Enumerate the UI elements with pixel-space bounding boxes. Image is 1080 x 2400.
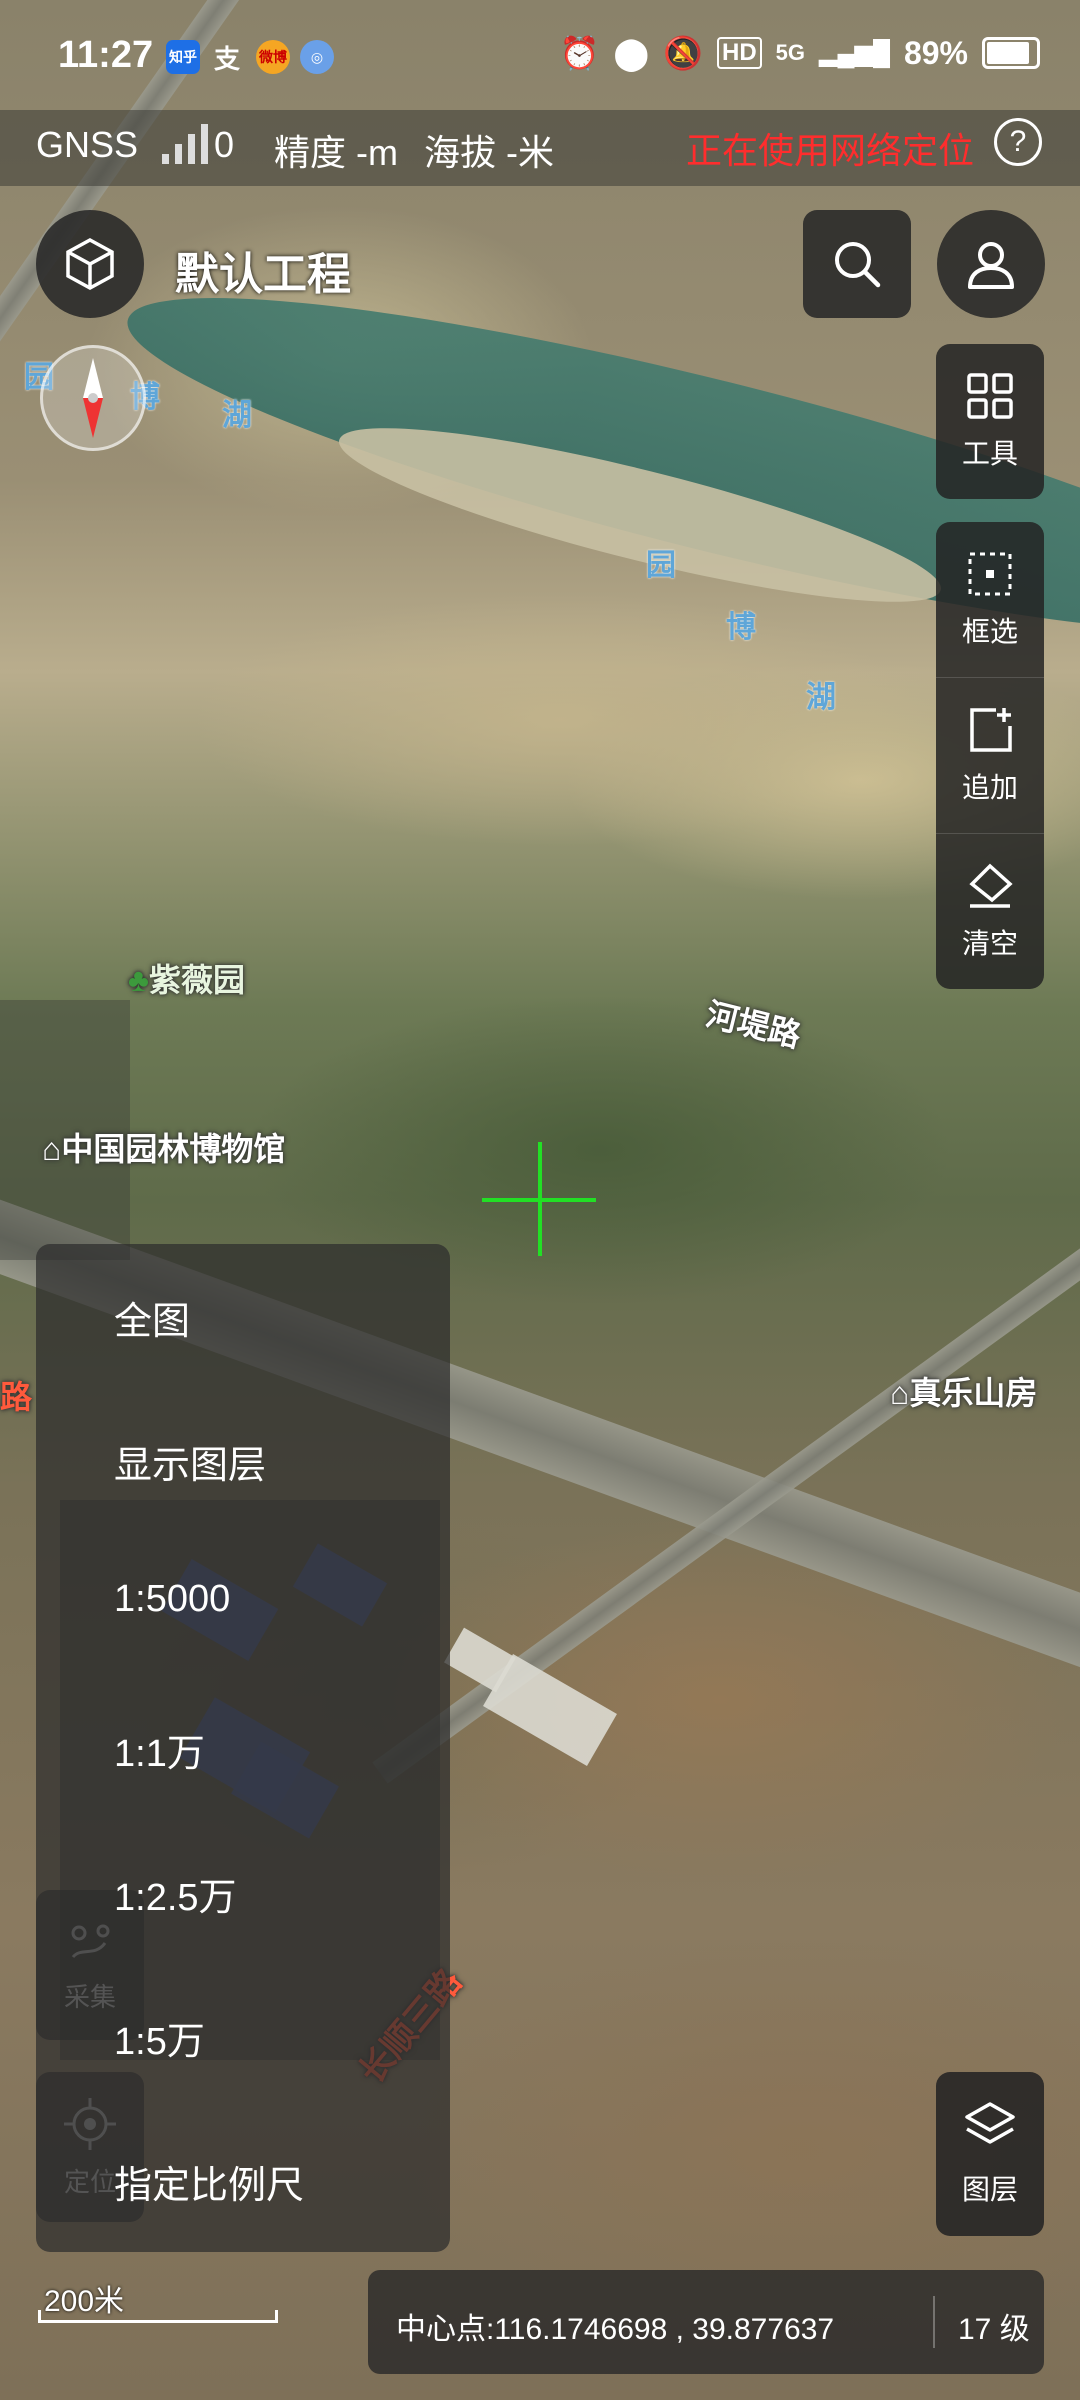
eraser-icon — [969, 863, 1013, 908]
browser-icon: ◎ — [300, 40, 334, 74]
altitude-text: 海拔 -米 — [424, 132, 554, 173]
gnss-label: GNSS — [36, 124, 139, 165]
status-icons: ⏰ ⬤ 🔕 HD 5G ▂▄▆█ 89% — [559, 34, 1040, 72]
zhihu-icon: 知乎 — [166, 40, 200, 74]
search-button[interactable] — [803, 210, 911, 318]
alipay-icon: 支 — [213, 43, 240, 74]
signal-5g-icon: 5G — [775, 40, 806, 65]
tools-label: 工具 — [961, 437, 1018, 469]
box-select-icon — [968, 552, 1012, 595]
cube-icon — [66, 238, 114, 290]
layers-label: 图层 — [961, 2174, 1018, 2205]
lake-label: 园 — [646, 549, 676, 582]
alarm-icon: ⏰ — [559, 35, 600, 71]
battery-percent: 89% — [903, 34, 968, 71]
network-location-status: 正在使用网络定位 — [685, 130, 974, 171]
museum-icon: ⌂ — [42, 1131, 62, 1167]
clear-label: 清空 — [961, 927, 1018, 959]
tools-panel: 工具 — [936, 344, 1044, 499]
user-icon — [968, 242, 1014, 289]
lake-label: 湖 — [806, 681, 836, 714]
scale-menu: 全图 显示图层 1:5000 1:1万 1:2.5万 1:5万 指定比例尺 — [36, 1244, 450, 2252]
museum-icon: ⌂ — [890, 1375, 910, 1411]
weibo-icon: 微博 — [256, 40, 290, 74]
help-icon[interactable]: ? — [994, 118, 1042, 166]
satellite-count: 0 — [214, 124, 235, 165]
menu-item-full-view[interactable]: 全图 — [114, 1290, 190, 1345]
lake-label: 湖 — [222, 399, 252, 432]
compass-icon — [83, 358, 103, 438]
crosshair-vertical — [538, 1142, 542, 1256]
layers-icon — [965, 2102, 1015, 2144]
menu-item-scale-25k[interactable]: 1:2.5万 — [114, 1866, 237, 1921]
poi-museum-label[interactable]: ⌂中国园林博物馆 — [42, 1124, 285, 1170]
menu-item-scale-50k[interactable]: 1:5万 — [114, 2010, 205, 2065]
user-button[interactable] — [937, 210, 1045, 318]
status-bar: 11:27 知乎 支 微博 ◎ ⏰ ⬤ 🔕 HD 5G ▂▄▆█ 89% — [0, 0, 1080, 110]
selection-panel: 框选 追加 清空 — [936, 522, 1044, 989]
poi-zhenle-label[interactable]: ⌂真乐山房 — [890, 1368, 1037, 1414]
divider — [933, 2296, 935, 2348]
road-label-left: 路 — [0, 1379, 33, 1415]
add-square-icon — [970, 707, 1012, 752]
battery-icon — [982, 37, 1040, 69]
center-point-coordinates: 中心点:116.1746698 , 39.877637 — [396, 2313, 835, 2346]
box-select-button[interactable]: 框选 — [936, 522, 1044, 677]
satellite-signal-icon — [162, 124, 208, 164]
tools-button[interactable]: 工具 — [936, 344, 1044, 499]
lake-label: 博 — [726, 611, 756, 644]
search-icon — [835, 242, 881, 288]
grid-icon — [967, 372, 1013, 419]
menu-item-show-layers[interactable]: 显示图层 — [114, 1434, 266, 1489]
hd-icon: HD — [717, 37, 762, 69]
layers-button[interactable]: 图层 — [936, 2072, 1044, 2236]
gnss-bar: GNSS 0 精度 -m 海拔 -米 正在使用网络定位 ? — [0, 110, 1080, 186]
side-road — [372, 1233, 1080, 1784]
project-name[interactable]: 默认工程 — [175, 238, 351, 302]
clock: 11:27 — [58, 34, 154, 76]
signal-bars-icon: ▂▄▆█ — [819, 39, 890, 67]
project-button[interactable] — [36, 210, 144, 318]
compass[interactable] — [40, 345, 146, 451]
append-button[interactable]: 追加 — [936, 677, 1044, 833]
mute-icon: 🔕 — [663, 35, 703, 71]
box-select-label: 框选 — [961, 615, 1018, 647]
clear-button[interactable]: 清空 — [936, 833, 1044, 989]
menu-item-custom-scale[interactable]: 指定比例尺 — [114, 2154, 304, 2209]
menu-item-scale-10k[interactable]: 1:1万 — [114, 1722, 205, 1777]
menu-item-scale-5000[interactable]: 1:5000 — [114, 1578, 230, 1621]
center-info-bar: 中心点:116.1746698 , 39.877637 17 级 — [368, 2270, 1044, 2374]
tree-icon: ♣ — [128, 962, 149, 998]
accuracy-text: 精度 -m — [274, 132, 398, 173]
location-icon: ⬤ — [613, 35, 650, 71]
zoom-level: 17 级 — [958, 2313, 1030, 2346]
scale-bar — [38, 2310, 278, 2323]
append-label: 追加 — [961, 771, 1018, 803]
poi-ziwei-label[interactable]: ♣紫薇园 — [128, 955, 245, 1001]
